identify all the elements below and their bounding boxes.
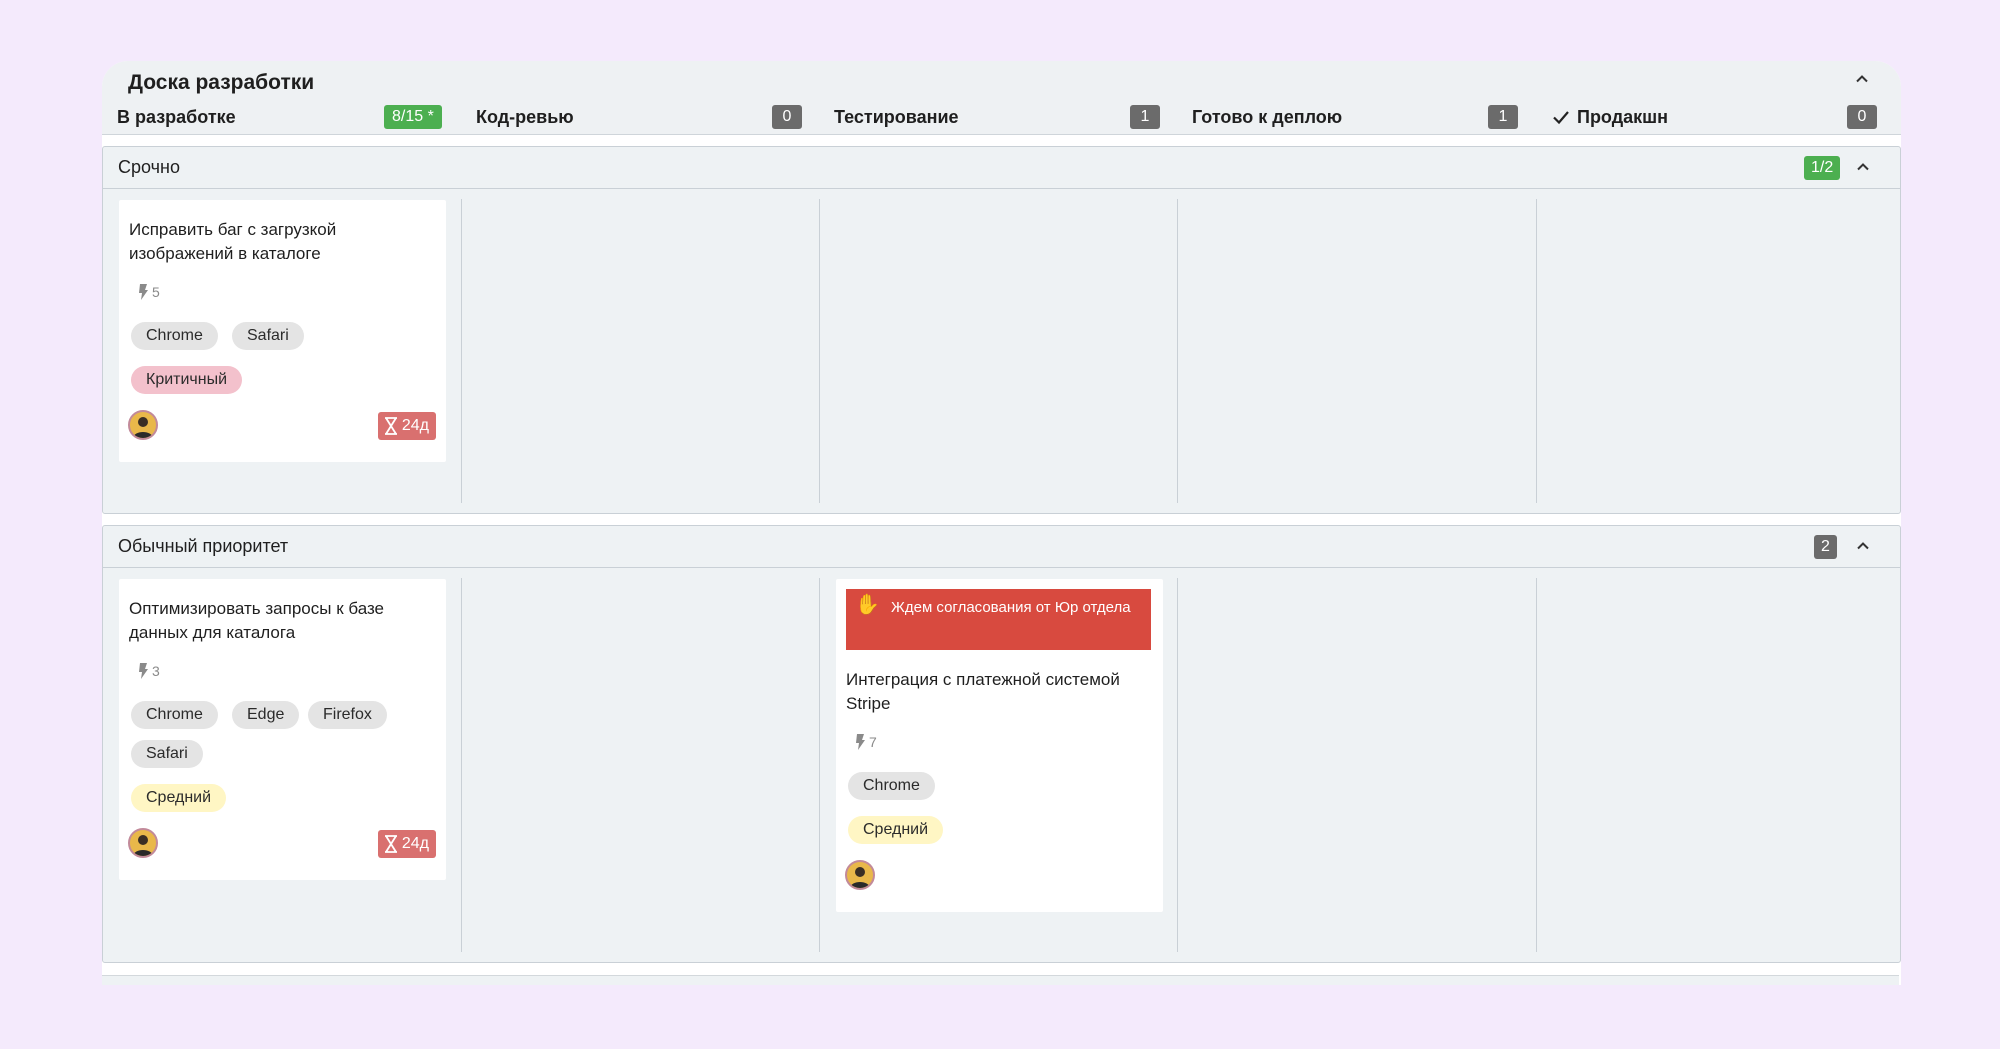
- swimlane-partially-visible: [102, 975, 1899, 985]
- board-title: Доска разработки: [128, 71, 315, 94]
- column-divider: [819, 199, 820, 503]
- column-title: Код-ревью: [476, 107, 574, 127]
- column-divider: [1177, 199, 1178, 503]
- swimlane-count-badge: 1/2: [1804, 156, 1841, 180]
- collapse-swimlane-button[interactable]: [1853, 536, 1873, 556]
- column-divider: [1536, 578, 1537, 952]
- column-header-in-progress[interactable]: В разработке 8/15 *: [102, 101, 447, 133]
- browser-tag: Firefox: [308, 701, 387, 729]
- priority-tag: Средний: [131, 784, 227, 812]
- lightning-icon: [139, 284, 148, 300]
- swimlane-urgent: Срочно 1/2 Исправить баг с загрузкой изо…: [102, 146, 1901, 514]
- story-points-value: 7: [869, 734, 877, 750]
- column-divider: [461, 199, 462, 503]
- story-points: 5: [137, 284, 160, 300]
- avatar[interactable]: [845, 860, 875, 890]
- due-badge: 24д: [377, 412, 436, 440]
- column-count-badge: 0: [772, 105, 802, 129]
- swimlane-title: Срочно: [118, 157, 180, 177]
- column-header-testing[interactable]: Тестирование 1: [819, 101, 1164, 133]
- blocked-banner: ✋ Ждем согласования от Юр отдела: [846, 589, 1151, 650]
- swimlane-title: Обычный приоритет: [118, 536, 289, 556]
- browser-tag: Safari: [232, 322, 304, 350]
- task-card[interactable]: ✋ Ждем согласования от Юр отдела Интегра…: [836, 579, 1163, 912]
- check-icon: [1553, 111, 1569, 125]
- priority-tag: Средний: [848, 816, 944, 844]
- swimlane-header[interactable]: Обычный приоритет 2: [103, 526, 1900, 568]
- user-photo-icon: [133, 417, 153, 438]
- task-title: Интеграция с платежной системой Stripe: [846, 670, 1120, 713]
- raised-hand-icon: ✋: [855, 594, 880, 616]
- development-board: Доска разработки В разработке 8/15 * Код…: [102, 61, 1901, 985]
- column-count-badge: 1: [1130, 105, 1160, 129]
- swimlane-normal: Обычный приоритет 2 Оптимизировать запро…: [102, 525, 1901, 963]
- chevron-up-icon: [1857, 163, 1869, 171]
- priority-tag: Критичный: [131, 366, 243, 394]
- column-header-production[interactable]: Продакшн 0: [1536, 101, 1881, 133]
- browser-tag: Safari: [131, 740, 203, 768]
- column-divider: [1536, 199, 1537, 503]
- user-photo-icon: [133, 835, 153, 856]
- column-header-ready-to-deploy[interactable]: Готово к деплою 1: [1177, 101, 1522, 133]
- collapse-board-button[interactable]: [1852, 69, 1872, 89]
- task-card[interactable]: Оптимизировать запросы к базе данных для…: [119, 579, 446, 880]
- column-count-badge: 0: [1847, 105, 1877, 129]
- column-title: Продакшн: [1577, 107, 1669, 127]
- column-divider: [819, 578, 820, 952]
- chevron-up-icon: [1856, 75, 1868, 83]
- swimlane-header[interactable]: Срочно 1/2: [103, 147, 1900, 189]
- column-count-badge: 8/15 *: [384, 105, 442, 129]
- due-value: 24д: [401, 835, 429, 852]
- column-title: В разработке: [117, 107, 236, 127]
- task-card[interactable]: Исправить баг с загрузкой изображений в …: [119, 200, 446, 462]
- blocked-reason: Ждем согласования от Юр отдела: [891, 599, 1131, 616]
- hourglass-icon: [384, 417, 397, 435]
- user-photo-icon: [850, 867, 870, 888]
- chevron-up-icon: [1857, 542, 1869, 550]
- browser-tag: Chrome: [848, 772, 935, 800]
- lightning-icon: [139, 663, 148, 679]
- collapse-swimlane-button[interactable]: [1853, 157, 1873, 177]
- due-badge: 24д: [377, 830, 436, 858]
- column-count-badge: 1: [1488, 105, 1518, 129]
- story-points: 3: [137, 663, 160, 679]
- due-value: 24д: [401, 417, 429, 434]
- story-points-value: 5: [152, 284, 160, 300]
- avatar[interactable]: [128, 828, 158, 858]
- swimlane-count-badge: 2: [1814, 535, 1837, 559]
- avatar[interactable]: [128, 410, 158, 440]
- board-header: Доска разработки В разработке 8/15 * Код…: [102, 61, 1901, 135]
- task-title: Исправить баг с загрузкой изображений в …: [129, 220, 337, 263]
- column-header-code-review[interactable]: Код-ревью 0: [461, 101, 806, 133]
- hourglass-icon: [384, 835, 397, 853]
- browser-tag: Edge: [232, 701, 300, 729]
- browser-tag: Chrome: [131, 701, 218, 729]
- task-title: Оптимизировать запросы к базе данных для…: [129, 599, 385, 642]
- column-divider: [1177, 578, 1178, 952]
- column-title: Тестирование: [834, 107, 959, 127]
- story-points: 7: [854, 734, 877, 750]
- column-divider: [461, 578, 462, 952]
- lightning-icon: [856, 734, 865, 750]
- story-points-value: 3: [152, 663, 160, 679]
- column-title: Готово к деплою: [1192, 107, 1343, 127]
- browser-tag: Chrome: [131, 322, 218, 350]
